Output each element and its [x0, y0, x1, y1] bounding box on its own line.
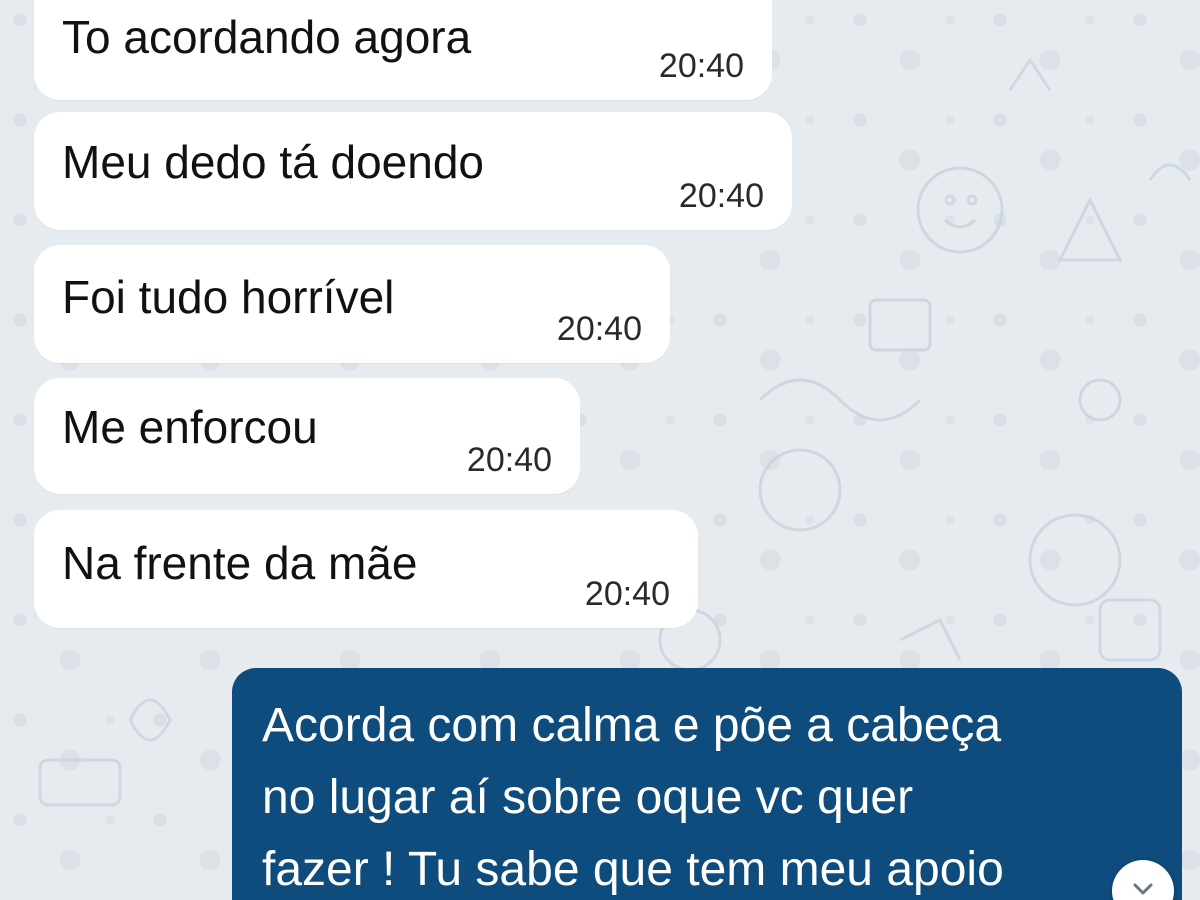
message-bubble[interactable]: Meu dedo tá doendo 20:40	[34, 112, 792, 230]
message-text: Foi tudo horrível	[62, 271, 395, 323]
message-time: 20:40	[466, 441, 552, 479]
message-text: Meu dedo tá doendo	[62, 136, 485, 188]
sent-message-line: fazer ! Tu sabe que tem meu apoio	[262, 843, 1004, 896]
message-time: 20:40	[556, 310, 642, 348]
message-bubble[interactable]: To acordando agora 20:40	[34, 0, 772, 100]
message-bubble[interactable]: Foi tudo horrível 20:40	[34, 245, 670, 363]
sent-message-line: no lugar aí sobre oque vc quer	[262, 771, 914, 824]
sent-message-line: Acorda com calma e põe a cabeça	[262, 699, 1002, 752]
message-time: 20:40	[584, 575, 670, 613]
message-text: To acordando agora	[62, 11, 472, 63]
message-bubble[interactable]: Me enforcou 20:40	[34, 378, 580, 494]
message-time: 20:40	[658, 47, 744, 85]
message-text: Me enforcou	[62, 401, 318, 453]
message-text: Na frente da mãe	[62, 537, 418, 589]
sent-message-bubble[interactable]: Acorda com calma e põe a cabeça no lugar…	[232, 668, 1182, 900]
message-bubble[interactable]: Na frente da mãe 20:40	[34, 510, 698, 628]
message-time: 20:40	[678, 177, 764, 215]
chevron-down-icon	[1129, 875, 1157, 900]
